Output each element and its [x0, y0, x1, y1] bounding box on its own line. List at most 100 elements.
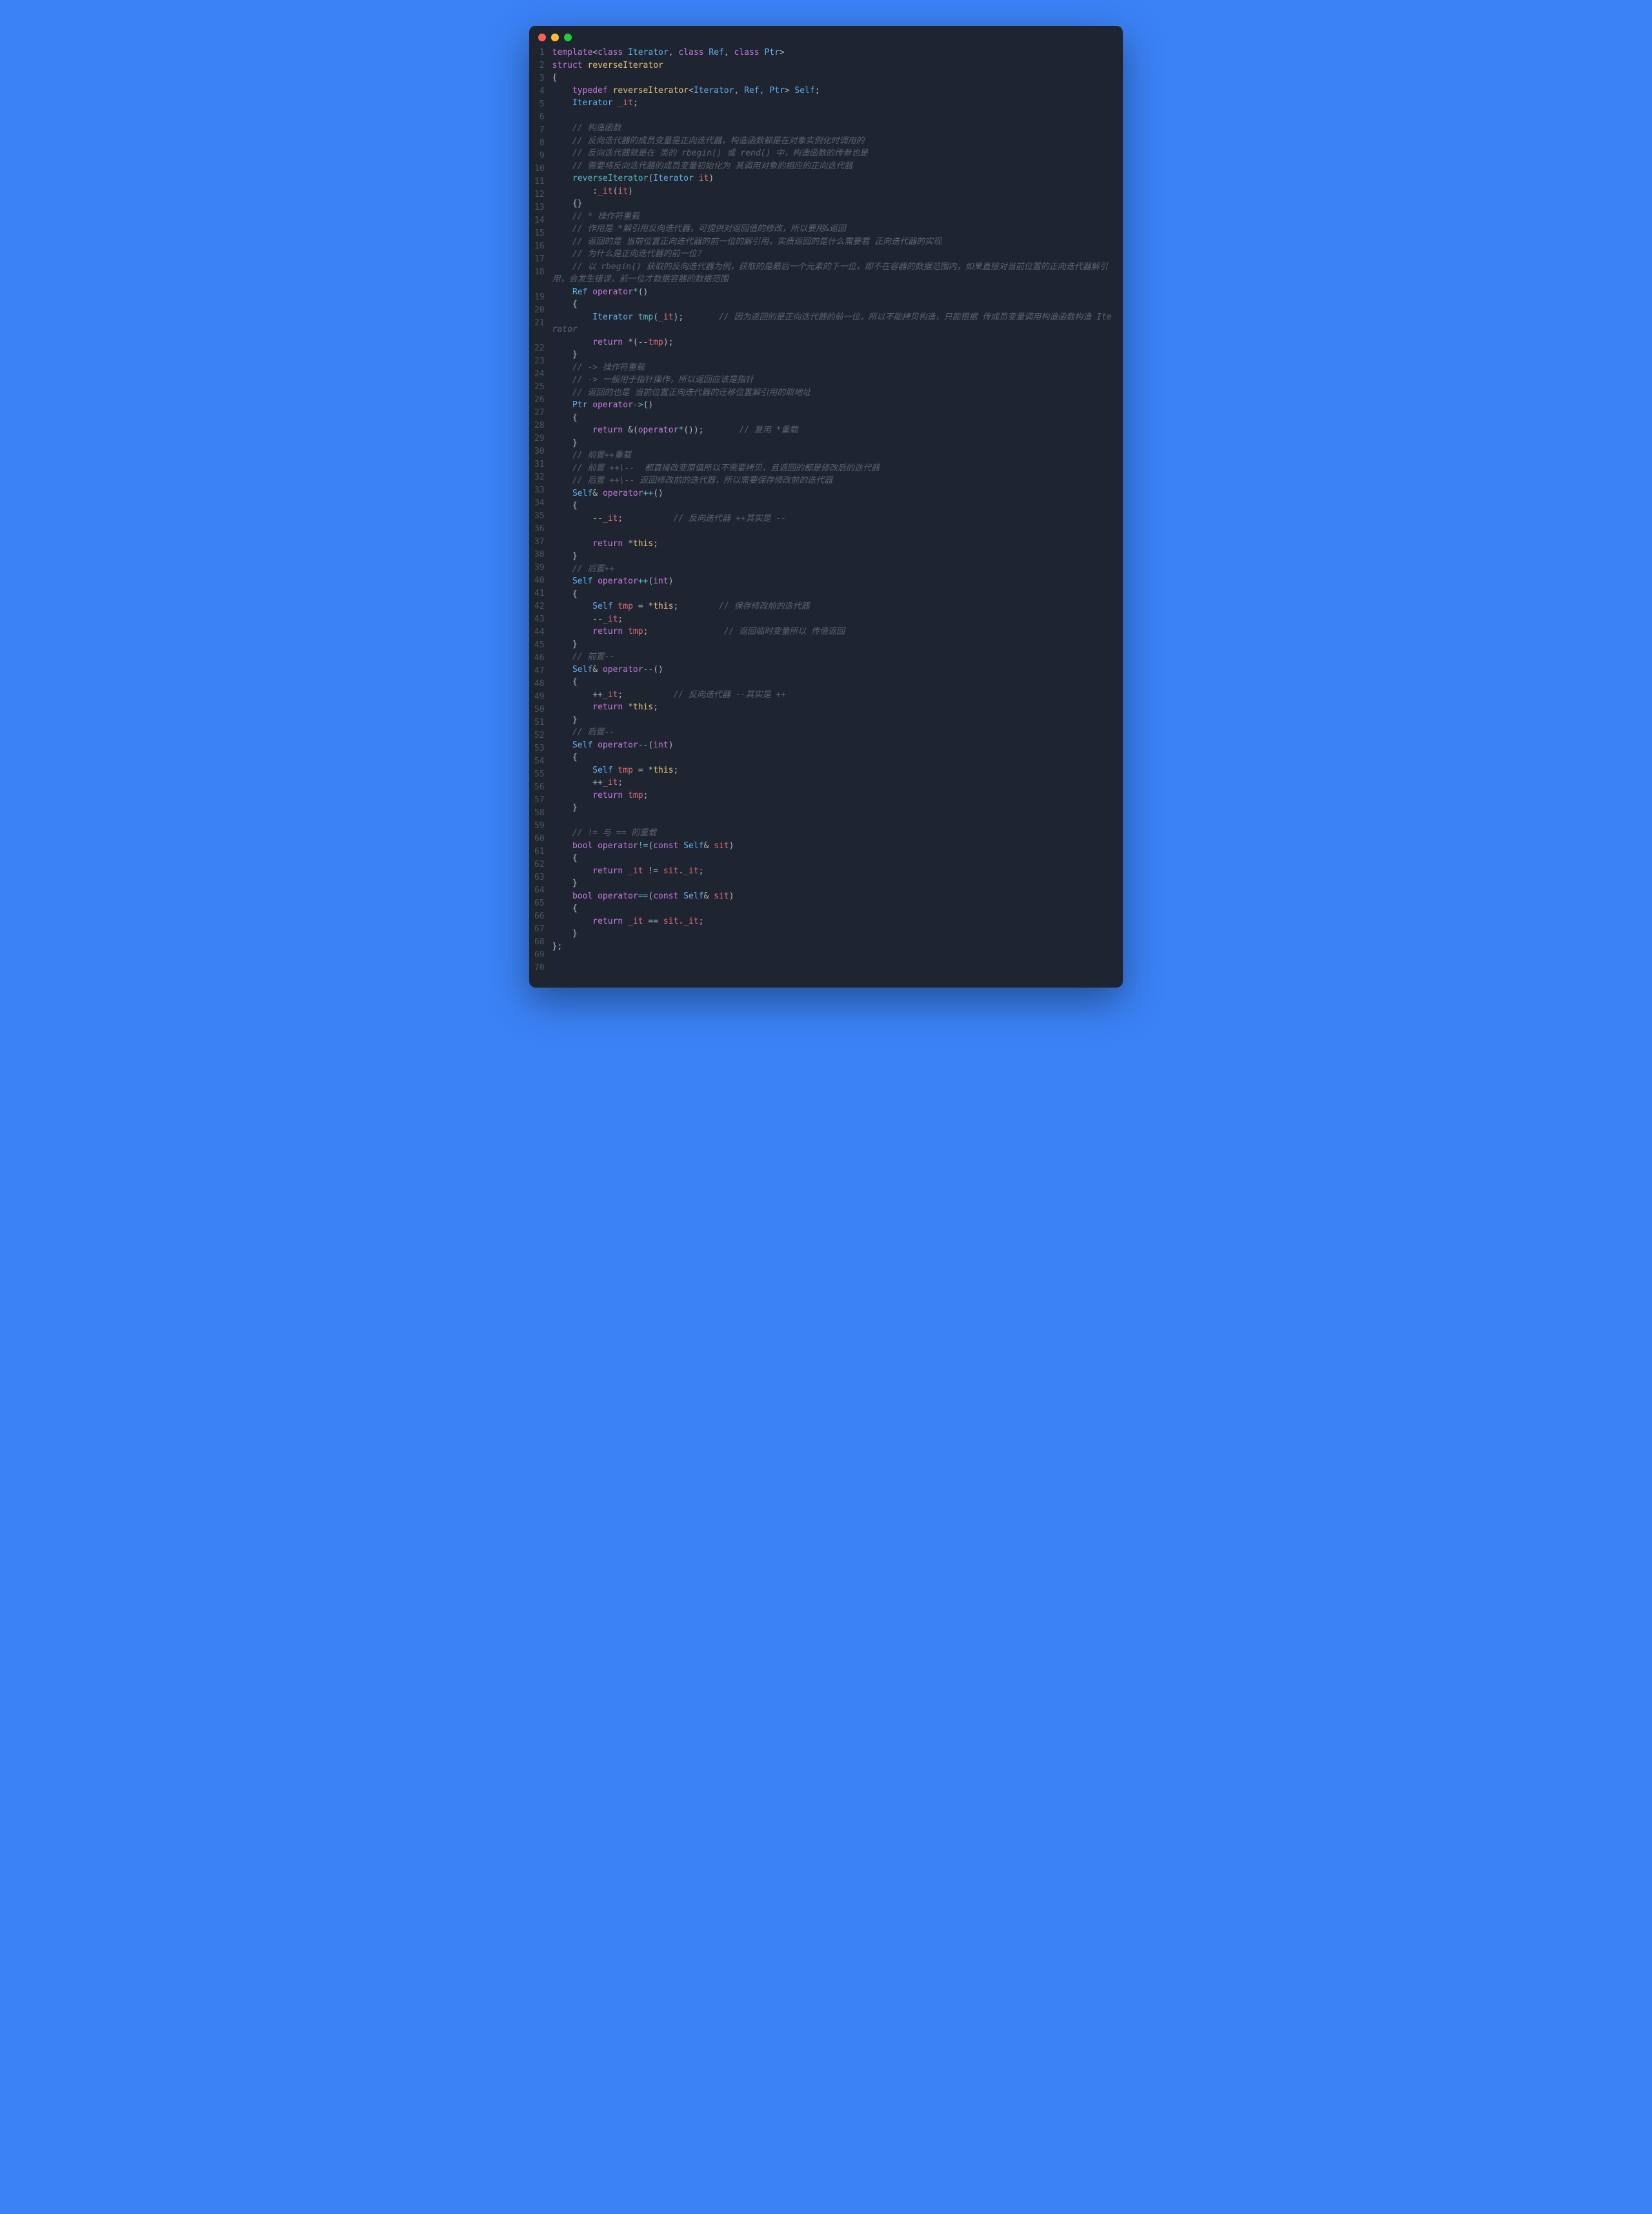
token-punct: ++: [552, 690, 603, 700]
line-number: 21: [534, 317, 545, 342]
line-number: 45: [534, 639, 545, 652]
maximize-dot-icon[interactable]: [564, 34, 572, 41]
token-punct: [552, 86, 572, 96]
token-punct: [552, 702, 593, 712]
token-comment: // 以 rbegin() 获取的反向迭代器为例，获取的是最后一个元素的下一位，…: [552, 262, 1108, 285]
token-param: _it: [683, 866, 698, 876]
token-punct: [552, 174, 572, 183]
token-punct: {: [552, 300, 578, 309]
token-punct: ;: [633, 98, 638, 108]
token-type: Iterator: [628, 48, 669, 57]
code-area[interactable]: template<class Iterator, class Ref, clas…: [552, 46, 1123, 975]
token-punct: *(--: [623, 338, 648, 347]
code-line: }: [552, 550, 1113, 563]
token-kw: operator: [638, 425, 679, 435]
line-number: 33: [534, 484, 545, 497]
token-type: Iterator: [592, 312, 633, 322]
line-number: 62: [534, 858, 545, 871]
code-line: ++_it;: [552, 777, 1113, 789]
token-punct: [552, 98, 572, 108]
code-line: // 前置++重载: [552, 449, 1113, 462]
line-number: 65: [534, 897, 545, 910]
line-number: 20: [534, 304, 545, 317]
token-comment: // 反向迭代器 ++其实是 --: [674, 514, 786, 523]
token-punct: [552, 425, 593, 435]
token-comment: // 后置 ++\-- 返回修改前的迭代器，所以需要保存修改前的迭代器: [572, 476, 832, 485]
token-punct: );: [663, 338, 674, 347]
line-number: 36: [534, 523, 545, 536]
token-punct: };: [552, 942, 563, 951]
close-dot-icon[interactable]: [538, 34, 546, 41]
token-fn: *: [633, 287, 638, 297]
code-line: return tmp; // 返回临时变量所以 传值返回: [552, 625, 1113, 638]
code-line: // 反向迭代器就是在 类的 rbegin() 或 rend() 中，构造函数的…: [552, 147, 1113, 160]
token-type: Self: [572, 489, 592, 498]
token-param: sit: [714, 841, 729, 851]
token-comment: // 反向迭代器就是在 类的 rbegin() 或 rend() 中，构造函数的…: [572, 148, 868, 158]
token-punct: ,: [724, 48, 734, 57]
token-punct: .: [678, 866, 683, 876]
token-param: _it: [603, 778, 618, 787]
token-punct: ;: [653, 702, 658, 712]
token-punct: }: [552, 803, 578, 813]
token-param: sit: [663, 866, 678, 876]
line-number: 26: [534, 394, 545, 407]
token-type: Ptr: [764, 48, 779, 57]
token-punct: *: [623, 539, 633, 549]
token-kw: const: [653, 891, 678, 901]
token-kw: struct: [552, 61, 583, 70]
code-editor: 1234567891011121314151617181920212223242…: [529, 46, 1123, 988]
token-param: tmp: [628, 627, 643, 636]
token-fn: ==: [638, 891, 649, 901]
code-line: Self tmp = *this; // 保存修改前的迭代器: [552, 600, 1113, 613]
token-punct: ;: [674, 602, 719, 611]
line-number: 43: [534, 613, 545, 626]
code-line: {: [552, 751, 1113, 764]
token-comment: // 作用是 *解引用反向迭代器，可提供对返回值的修改，所以要用&返回: [572, 224, 846, 234]
token-kw: template: [552, 48, 593, 57]
line-number: 54: [534, 755, 545, 768]
token-punct: [623, 627, 628, 636]
token-this: this: [633, 702, 653, 712]
token-param: _it: [603, 614, 618, 624]
line-number: 7: [534, 124, 545, 137]
minimize-dot-icon[interactable]: [551, 34, 559, 41]
token-comment: // 保存修改前的迭代器: [719, 602, 809, 611]
token-comment: // -> 一般用于指针操作，所以返回应该是指针: [572, 375, 754, 385]
token-param: _it: [598, 187, 612, 196]
line-number: 34: [534, 497, 545, 510]
line-number: 6: [534, 111, 545, 124]
token-punct: [552, 451, 572, 460]
token-punct: [623, 48, 628, 57]
token-punct: [552, 766, 593, 775]
token-punct: [552, 489, 572, 498]
code-line: {: [552, 902, 1113, 915]
code-line: {: [552, 72, 1113, 85]
code-line: {: [552, 500, 1113, 513]
code-line: return _it != sit._it;: [552, 865, 1113, 878]
token-punct: [552, 388, 572, 398]
token-punct: }: [552, 640, 578, 649]
line-number: 70: [534, 962, 545, 975]
token-ident: reverseIterator: [613, 86, 689, 96]
token-param: sit: [714, 891, 729, 901]
line-number: 4: [534, 85, 545, 98]
token-punct: {: [552, 677, 578, 687]
token-punct: [552, 148, 572, 158]
code-line: struct reverseIterator: [552, 59, 1113, 72]
token-punct: ;: [618, 690, 673, 700]
line-number: 63: [534, 871, 545, 884]
token-kw: class: [598, 48, 623, 57]
token-punct: [552, 476, 572, 485]
line-number: 47: [534, 665, 545, 678]
token-punct: [552, 212, 572, 221]
code-line: // 反向迭代器的成员变量是正向迭代器，构造函数都是在对象实例化时调用的: [552, 135, 1113, 148]
token-punct: [592, 576, 598, 586]
token-param: _it: [628, 917, 643, 926]
token-this: this: [633, 539, 653, 549]
token-kw: class: [678, 48, 703, 57]
token-punct: = *: [633, 766, 653, 775]
token-punct: {: [552, 501, 578, 511]
code-line: {: [552, 676, 1113, 689]
token-fn: --: [643, 665, 654, 675]
